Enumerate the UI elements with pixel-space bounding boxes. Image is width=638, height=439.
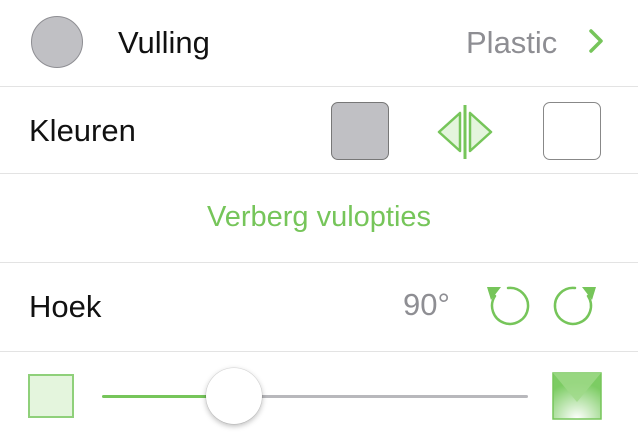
slider-track[interactable]: [234, 395, 528, 398]
fill-options-panel: Vulling Plastic Kleuren Verberg vuloptie…: [0, 0, 638, 439]
swap-colors-icon[interactable]: [436, 105, 494, 159]
rotate-ccw-icon[interactable]: [485, 283, 531, 329]
color-swatch-primary[interactable]: [331, 102, 389, 160]
color-swatch-secondary[interactable]: [543, 102, 601, 160]
chevron-right-icon: [589, 29, 603, 53]
hide-options-row[interactable]: Verberg vulopties: [0, 174, 638, 262]
fill-label: Vulling: [118, 25, 210, 60]
angle-value: 90°: [403, 287, 450, 322]
fill-value: Plastic: [466, 25, 558, 60]
gradient-start-icon: [28, 374, 74, 418]
fill-row[interactable]: Vulling Plastic: [0, 0, 638, 86]
angle-row: Hoek 90°: [0, 263, 638, 351]
gradient-slider-row: [0, 352, 638, 439]
fill-color-swatch[interactable]: [31, 16, 83, 68]
hide-fill-options-link[interactable]: Verberg vulopties: [0, 203, 638, 232]
colors-label: Kleuren: [29, 113, 136, 148]
angle-label: Hoek: [29, 289, 102, 324]
rotate-cw-icon[interactable]: [552, 283, 598, 329]
slider-thumb[interactable]: [206, 368, 263, 424]
gradient-end-icon: [552, 372, 602, 420]
colors-row: Kleuren: [0, 87, 638, 173]
